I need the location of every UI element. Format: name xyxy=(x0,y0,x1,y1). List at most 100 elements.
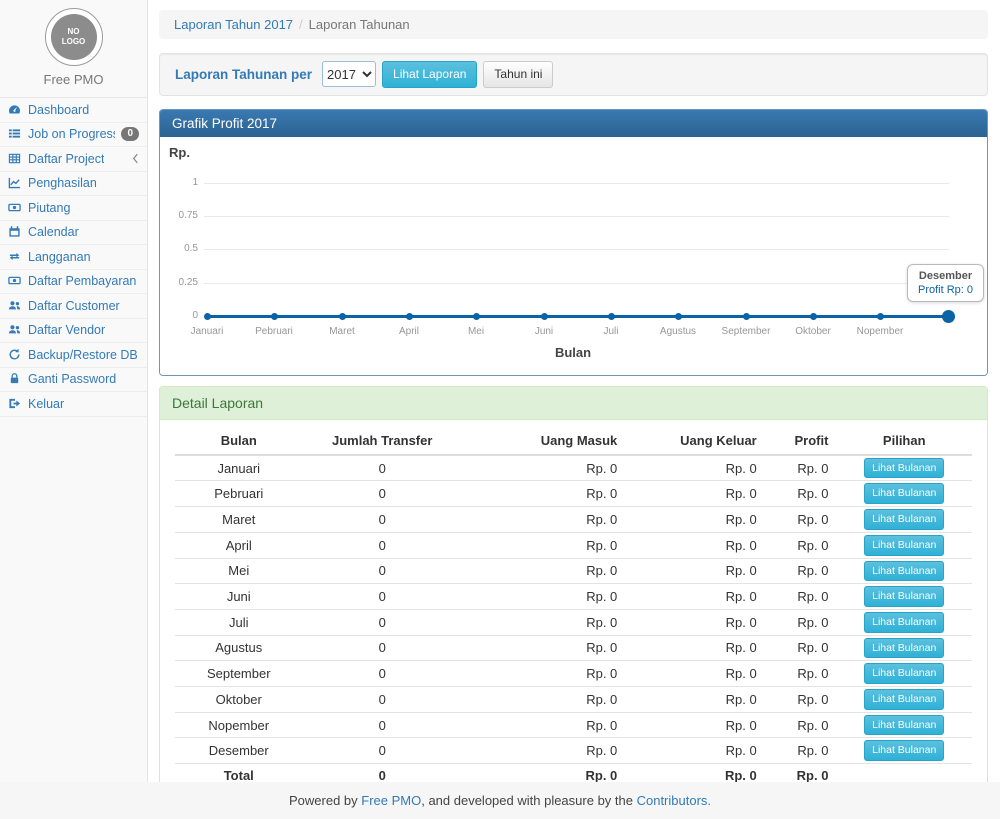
money-icon xyxy=(8,201,22,215)
sidebar-item-daftar-customer[interactable]: Daftar Customer xyxy=(0,294,147,319)
table-row: Agustus 0 Rp. 0 Rp. 0 Rp. 0 Lihat Bulana… xyxy=(175,635,972,661)
footer-link-contributors[interactable]: Contributors. xyxy=(637,793,711,808)
data-point-juni[interactable] xyxy=(541,313,548,320)
lihat-laporan-button[interactable]: Lihat Laporan xyxy=(382,61,477,88)
profit-series-line xyxy=(207,315,948,318)
sidebar-item-backup-restore[interactable]: Backup/Restore DB xyxy=(0,343,147,368)
data-point-april[interactable] xyxy=(406,313,413,320)
cell-profit: Rp. 0 xyxy=(765,481,837,507)
table-row: Nopember 0 Rp. 0 Rp. 0 Rp. 0 Lihat Bulan… xyxy=(175,712,972,738)
lihat-bulanan-button[interactable]: Lihat Bulanan xyxy=(864,483,944,504)
col-pilihan: Pilihan xyxy=(836,428,972,455)
cell-bulan: Juni xyxy=(175,584,303,610)
year-select[interactable]: 2017 xyxy=(322,61,376,87)
cell-keluar: Rp. 0 xyxy=(625,609,764,635)
cell-profit: Rp. 0 xyxy=(765,661,837,687)
y-tick: 0.25 xyxy=(160,277,198,288)
data-point-juli[interactable] xyxy=(608,313,615,320)
chevron-left-icon xyxy=(132,153,139,164)
cell-bulan: Mei xyxy=(175,558,303,584)
cell-keluar: Rp. 0 xyxy=(625,532,764,558)
cell-masuk: Rp. 0 xyxy=(462,558,625,584)
retweet-icon xyxy=(8,250,22,264)
lihat-bulanan-button[interactable]: Lihat Bulanan xyxy=(864,561,944,582)
cell-jumlah: 0 xyxy=(303,455,462,481)
breadcrumb-link-laporan-tahun[interactable]: Laporan Tahun 2017 xyxy=(174,17,293,32)
sidebar-item-daftar-pembayaran[interactable]: Daftar Pembayaran xyxy=(0,270,147,295)
col-uang-keluar: Uang Keluar xyxy=(625,428,764,455)
data-point-desember[interactable] xyxy=(942,310,955,323)
data-point-januari[interactable] xyxy=(204,313,211,320)
cell-jumlah: 0 xyxy=(303,635,462,661)
cell-masuk: Rp. 0 xyxy=(462,686,625,712)
lihat-bulanan-button[interactable]: Lihat Bulanan xyxy=(864,663,944,684)
sidebar-item-calendar[interactable]: Calendar xyxy=(0,221,147,246)
data-point-nopember[interactable] xyxy=(877,313,884,320)
sidebar-item-label: Langganan xyxy=(28,250,91,264)
sidebar-item-label: Daftar Project xyxy=(28,152,104,166)
cell-profit: Rp. 0 xyxy=(765,686,837,712)
breadcrumb-current: Laporan Tahunan xyxy=(309,17,410,32)
cell-profit: Rp. 0 xyxy=(765,532,837,558)
data-point-maret[interactable] xyxy=(339,313,346,320)
footer: Powered by Free PMO, and developed with … xyxy=(0,782,1000,819)
cell-jumlah: 0 xyxy=(303,686,462,712)
sidebar-item-keluar[interactable]: Keluar xyxy=(0,392,147,417)
x-tick: Nopember xyxy=(840,326,920,337)
lihat-bulanan-button[interactable]: Lihat Bulanan xyxy=(864,612,944,633)
lihat-bulanan-button[interactable]: Lihat Bulanan xyxy=(864,715,944,736)
gridline xyxy=(204,183,949,184)
cell-masuk: Rp. 0 xyxy=(462,738,625,764)
lihat-bulanan-button[interactable]: Lihat Bulanan xyxy=(864,740,944,761)
users-icon xyxy=(8,299,22,313)
lihat-bulanan-button[interactable]: Lihat Bulanan xyxy=(864,535,944,556)
lihat-bulanan-button[interactable]: Lihat Bulanan xyxy=(864,689,944,710)
table-row: September 0 Rp. 0 Rp. 0 Rp. 0 Lihat Bula… xyxy=(175,661,972,687)
gridline xyxy=(204,249,949,250)
cell-masuk: Rp. 0 xyxy=(462,635,625,661)
sidebar-item-ganti-password[interactable]: Ganti Password xyxy=(0,368,147,393)
sidebar-item-langganan[interactable]: Langganan xyxy=(0,245,147,270)
data-point-mei[interactable] xyxy=(473,313,480,320)
sidebar-item-label: Penghasilan xyxy=(28,176,97,190)
tahun-ini-button[interactable]: Tahun ini xyxy=(483,61,553,88)
sidebar-item-label: Job on Progress xyxy=(28,127,115,141)
data-point-oktober[interactable] xyxy=(810,313,817,320)
money-icon xyxy=(8,274,22,288)
lihat-bulanan-button[interactable]: Lihat Bulanan xyxy=(864,638,944,659)
data-point-agustus[interactable] xyxy=(675,313,682,320)
lihat-bulanan-button[interactable]: Lihat Bulanan xyxy=(864,586,944,607)
sidebar-item-daftar-project[interactable]: Daftar Project xyxy=(0,147,147,172)
sidebar-item-dashboard[interactable]: Dashboard xyxy=(0,98,147,123)
cell-profit: Rp. 0 xyxy=(765,738,837,764)
sidebar-item-label: Piutang xyxy=(28,201,70,215)
chart-panel-title: Grafik Profit 2017 xyxy=(160,110,987,137)
detail-panel-body: Bulan Jumlah Transfer Uang Masuk Uang Ke… xyxy=(160,420,987,800)
sidebar-item-job-on-progress[interactable]: Job on Progress 0 xyxy=(0,123,147,148)
profit-line-chart: Rp. 1 0.75 0.5 0.25 0 xyxy=(160,137,987,375)
table-row: Juli 0 Rp. 0 Rp. 0 Rp. 0 Lihat Bulanan xyxy=(175,609,972,635)
col-uang-masuk: Uang Masuk xyxy=(462,428,625,455)
cell-keluar: Rp. 0 xyxy=(625,455,764,481)
cell-masuk: Rp. 0 xyxy=(462,712,625,738)
data-point-september[interactable] xyxy=(743,313,750,320)
main-content: Laporan Tahun 2017 / Laporan Tahunan Lapor… xyxy=(149,0,1000,782)
lihat-bulanan-button[interactable]: Lihat Bulanan xyxy=(864,458,944,479)
report-table: Bulan Jumlah Transfer Uang Masuk Uang Ke… xyxy=(175,428,972,788)
footer-link-free-pmo[interactable]: Free PMO xyxy=(361,793,421,808)
lihat-bulanan-button[interactable]: Lihat Bulanan xyxy=(864,509,944,530)
cell-keluar: Rp. 0 xyxy=(625,712,764,738)
breadcrumb-separator: / xyxy=(299,17,303,32)
cell-keluar: Rp. 0 xyxy=(625,738,764,764)
year-filter-bar: Laporan Tahunan per 2017 Lihat Laporan T… xyxy=(159,53,988,96)
cell-bulan: September xyxy=(175,661,303,687)
table-row: Desember 0 Rp. 0 Rp. 0 Rp. 0 Lihat Bulan… xyxy=(175,738,972,764)
sidebar-item-piutang[interactable]: Piutang xyxy=(0,196,147,221)
sidebar-item-label: Daftar Customer xyxy=(28,299,120,313)
table-row: Oktober 0 Rp. 0 Rp. 0 Rp. 0 Lihat Bulana… xyxy=(175,686,972,712)
sidebar-item-penghasilan[interactable]: Penghasilan xyxy=(0,172,147,197)
data-point-pebruari[interactable] xyxy=(271,313,278,320)
sidebar-item-daftar-vendor[interactable]: Daftar Vendor xyxy=(0,319,147,344)
sidebar-item-label: Keluar xyxy=(28,397,64,411)
cell-bulan: Pebruari xyxy=(175,481,303,507)
